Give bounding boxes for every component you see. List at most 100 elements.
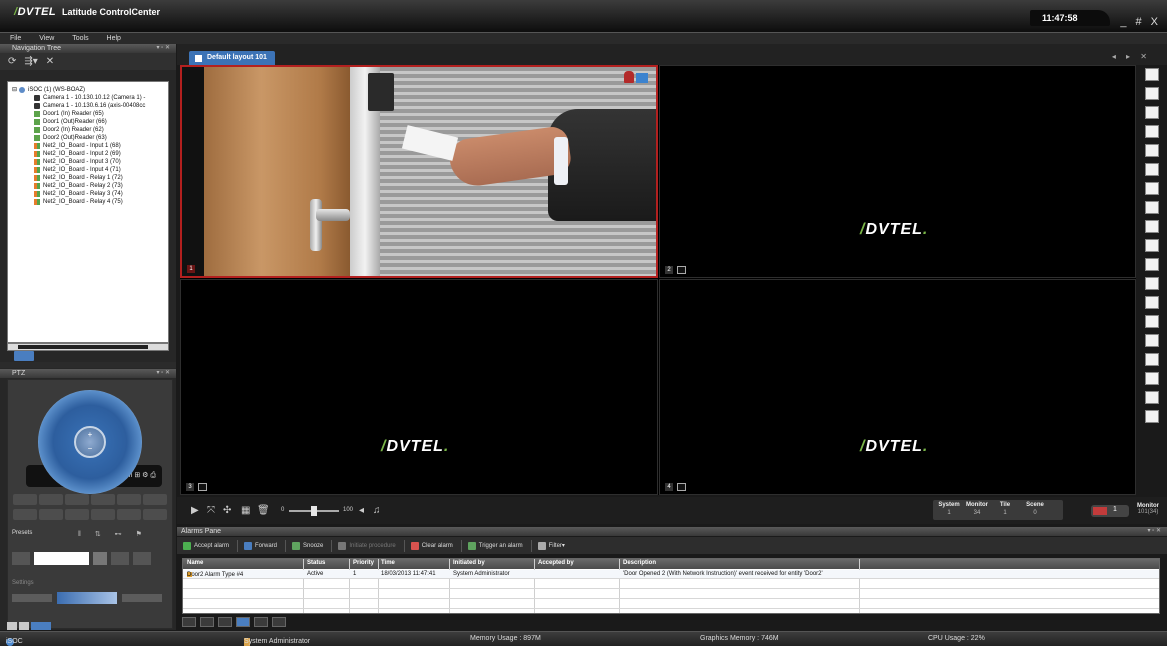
menu-file[interactable]: File <box>10 33 21 44</box>
tab-default-layout[interactable]: Default layout 101 <box>189 51 275 65</box>
layout-quad-wide-icon[interactable] <box>1145 372 1159 385</box>
layout-1plus5-icon[interactable] <box>1145 144 1159 157</box>
video-icon[interactable] <box>235 617 250 627</box>
fullscreen-icon[interactable]: ⤧ <box>207 505 215 516</box>
layout-1x2-icon[interactable] <box>1145 277 1159 290</box>
panel-splitter[interactable] <box>0 362 176 368</box>
alarms-panel-controls[interactable]: ▾ ▫ ✕ <box>1148 527 1162 536</box>
layout-custom-icon[interactable] <box>1145 315 1159 328</box>
record-icon[interactable] <box>271 617 286 627</box>
fit-icon[interactable]: ✣ <box>223 505 231 516</box>
navigation-tab[interactable] <box>14 351 34 361</box>
layout-1plus12-icon[interactable] <box>1145 182 1159 195</box>
monitor-selector[interactable]: 1 <box>1091 505 1129 517</box>
close-icon[interactable]: ✕ <box>46 56 54 67</box>
alarm-filter-icon[interactable] <box>199 617 214 627</box>
tree-item[interactable]: ⊟ iSOC (1) (WS-BOAZ) <box>8 86 168 94</box>
layout-tall-icon[interactable] <box>1145 391 1159 404</box>
tree-item-label: Net2_IO_Board - Relay 2 (73) <box>43 183 123 189</box>
layout-1x1-icon[interactable] <box>1145 68 1159 81</box>
tree-item[interactable]: Door1 (In) Reader (65) <box>8 110 168 118</box>
folder-icon[interactable] <box>253 617 268 627</box>
tree-item[interactable]: Net2_IO_Board - Relay 4 (75) <box>8 198 168 206</box>
tree-item[interactable]: Net2_IO_Board - Relay 1 (72) <box>8 174 168 182</box>
layout-5x5-icon[interactable] <box>1145 258 1159 271</box>
layout-6x6-icon[interactable] <box>1145 410 1159 423</box>
filter-button[interactable]: Filter ▾ <box>537 541 565 550</box>
play-icon[interactable]: ▶ <box>191 505 199 516</box>
layout-1plus3-icon[interactable] <box>1145 220 1159 233</box>
ptz-settings-slider[interactable] <box>12 592 168 604</box>
zoom-max-label: 100 <box>343 507 354 513</box>
forward-button[interactable]: Forward <box>244 541 277 550</box>
menu-view[interactable]: View <box>39 33 54 44</box>
layout-wide-icon[interactable] <box>1145 334 1159 347</box>
alarm-list-icon[interactable] <box>182 617 196 627</box>
audio-icon[interactable]: ♫ <box>373 505 381 516</box>
video-tile-2[interactable]: /DVTEL. 2 <box>659 65 1136 278</box>
clock-display: 11:47:58 <box>1030 10 1110 26</box>
collapse-icon[interactable]: ⊟ <box>12 86 17 94</box>
tree-item[interactable]: Door2 (Out)Reader (63) <box>8 134 168 142</box>
tree-item[interactable]: Door1 (Out)Reader (66) <box>8 118 168 126</box>
video-tile-3[interactable]: /DVTEL. 3 <box>180 279 658 495</box>
tree-item[interactable]: Net2_IO_Board - Input 4 (71) <box>8 166 168 174</box>
expand-icon[interactable] <box>677 266 686 274</box>
alarms-table[interactable]: Name Status Priority Time Initiated by A… <box>182 558 1160 614</box>
clear-alarm-button[interactable]: Clear alarm <box>410 541 453 550</box>
layout-3x3-icon[interactable] <box>1145 106 1159 119</box>
refresh-icon[interactable]: ⟳ <box>8 56 16 67</box>
filter-icon[interactable]: ⇶▾ <box>24 56 37 67</box>
layout-3x1-icon[interactable] <box>1145 353 1159 366</box>
app-logo: /DVTEL <box>14 6 57 18</box>
grid-icon[interactable]: ▦ <box>241 505 250 516</box>
menu-tools[interactable]: Tools <box>72 33 88 44</box>
video-tile-1[interactable]: 1 <box>180 65 658 278</box>
layout-2x1-icon[interactable] <box>1145 239 1159 252</box>
tree-scrollbar[interactable] <box>7 343 169 351</box>
expand-icon[interactable] <box>677 483 686 491</box>
tree-item[interactable]: Net2_IO_Board - Input 3 (70) <box>8 158 168 166</box>
snooze-button[interactable]: Snooze <box>292 541 323 550</box>
navigation-tree[interactable]: ⊟ iSOC (1) (WS-BOAZ) Camera 1 - 10.130.10.… <box>7 81 169 343</box>
tree-item[interactable]: Door2 (In) Reader (62) <box>8 126 168 134</box>
video-tile-4[interactable]: /DVTEL. 4 <box>659 279 1136 495</box>
tree-item[interactable]: Net2_IO_Board - Relay 2 (73) <box>8 182 168 190</box>
delete-icon[interactable]: 🗑 <box>257 505 270 516</box>
tile-number: 3 <box>186 483 194 491</box>
panel-controls[interactable]: ▾ ▫ ✕ <box>157 44 171 53</box>
initiate-procedure-button[interactable]: Initiate procedure <box>338 541 396 550</box>
tile-number: 1 <box>187 265 195 273</box>
ptz-joystick[interactable]: + − <box>38 390 142 494</box>
ptz-panel-controls[interactable]: ▾ ▫ ✕ <box>157 369 171 378</box>
volume-icon[interactable]: ◂ <box>359 505 364 516</box>
zoom-control[interactable]: + − <box>74 426 106 458</box>
table-row[interactable]: Door2 Alarm Type #4 Active 1 18/03/2013 … <box>183 570 1159 579</box>
menu-help[interactable]: Help <box>107 33 121 44</box>
accept-alarm-button[interactable]: Accept alarm <box>183 541 229 550</box>
history-icon[interactable] <box>217 617 232 627</box>
expand-icon[interactable] <box>198 483 207 491</box>
io-board-icon <box>34 175 40 181</box>
tree-item[interactable]: Camera 1 - 10.130.10.12 (Camera 1) - <box>8 94 168 102</box>
layout-4x4-icon[interactable] <box>1145 125 1159 138</box>
window-controls[interactable]: _ # X <box>1120 16 1161 28</box>
left-panel: Navigation Tree ▾ ▫ ✕ ⟳ ⇶▾ ✕ ⊟ iSOC (1) (… <box>0 44 176 630</box>
alarm-indicator-icon[interactable] <box>624 71 650 83</box>
layout-1plus7-icon[interactable] <box>1145 163 1159 176</box>
trigger-alarm-button[interactable]: Trigger an alarm <box>467 541 523 550</box>
ptz-aux-buttons[interactable] <box>13 494 167 522</box>
tree-item[interactable]: Net2_IO_Board - Relay 3 (74) <box>8 190 168 198</box>
ptz-footer-icons[interactable] <box>7 622 173 630</box>
layout-2x2-icon[interactable] <box>1145 87 1159 100</box>
tree-item[interactable]: Camera 1 - 10.130.6.16 (axis-00408cc <box>8 102 168 110</box>
tree-item[interactable]: Net2_IO_Board - Input 1 (68) <box>8 142 168 150</box>
preset-selector[interactable] <box>12 552 168 565</box>
tree-item-label: Camera 1 - 10.130.6.16 (axis-00408cc <box>43 103 146 109</box>
zoom-slider[interactable] <box>289 506 339 516</box>
layout-2plus8-icon[interactable] <box>1145 201 1159 214</box>
tree-item[interactable]: Net2_IO_Board - Input 2 (69) <box>8 150 168 158</box>
tab-navigation[interactable]: ◂ ▸ ✕ <box>1112 52 1151 61</box>
preset-controls[interactable]: ‖ ⇅ ⊷ ⚑ <box>78 530 148 538</box>
layout-2plus4-icon[interactable] <box>1145 296 1159 309</box>
